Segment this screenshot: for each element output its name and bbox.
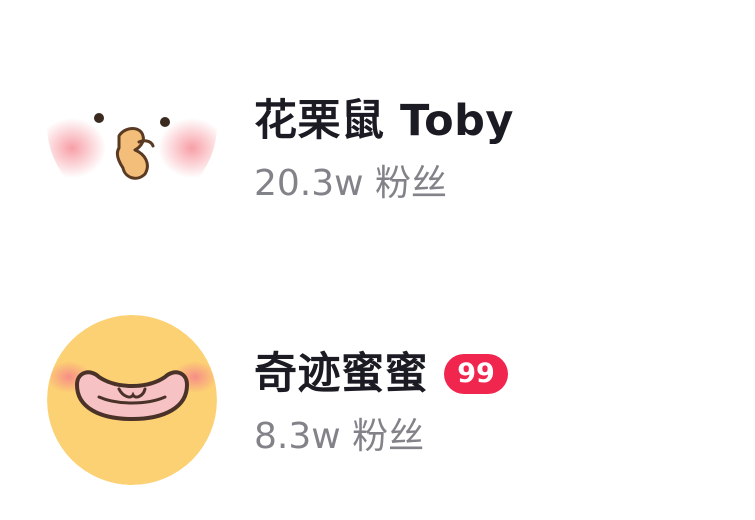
user-item-toby[interactable]: 花栗鼠 Toby 20.3w 粉丝: [0, 40, 755, 210]
name-line: 花栗鼠 Toby: [254, 92, 514, 150]
fans-count: 20.3w 粉丝: [254, 163, 448, 204]
user-name[interactable]: 花栗鼠 Toby: [254, 92, 514, 150]
grinning-face-icon[interactable]: [47, 315, 217, 485]
chipmunk-face-icon[interactable]: [47, 40, 217, 210]
user-info: 奇迹蜜蜜 99 8.3w 粉丝: [254, 345, 508, 459]
user-name[interactable]: 奇迹蜜蜜: [254, 345, 428, 403]
fans-count: 8.3w 粉丝: [254, 416, 425, 457]
user-item-qiji-mimi[interactable]: 奇迹蜜蜜 99 8.3w 粉丝: [0, 315, 755, 485]
notification-badge: 99: [444, 354, 508, 394]
user-info: 花栗鼠 Toby 20.3w 粉丝: [254, 92, 514, 206]
name-line: 奇迹蜜蜜 99: [254, 345, 508, 403]
